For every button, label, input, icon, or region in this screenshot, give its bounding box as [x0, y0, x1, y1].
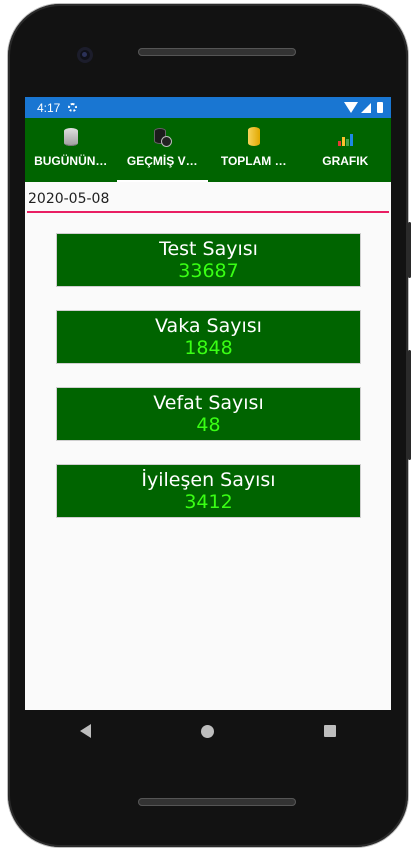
recent-apps-icon[interactable] — [324, 725, 336, 737]
battery-icon — [377, 102, 383, 113]
status-icons — [344, 102, 383, 113]
bar-chart-icon — [337, 132, 353, 146]
volume-button — [408, 350, 411, 460]
status-time: 4:17 — [37, 100, 61, 115]
stat-title: Vefat Sayısı — [153, 392, 264, 414]
tab-bar: BUGÜNÜN… GEÇMİŞ V… TOPLAM … GRAFIK — [25, 118, 391, 182]
stat-value: 1848 — [184, 337, 233, 359]
tab-label: BUGÜNÜN… — [34, 154, 108, 168]
tab-label: GRAFIK — [322, 154, 369, 168]
tab-bugunun[interactable]: BUGÜNÜN… — [25, 118, 117, 182]
stat-title: Test Sayısı — [159, 238, 258, 260]
home-icon[interactable] — [201, 724, 214, 738]
stat-card-vefat: Vefat Sayısı 48 — [56, 387, 361, 441]
stat-card-vaka: Vaka Sayısı 1848 — [56, 310, 361, 364]
status-bar: 4:17 — [25, 97, 391, 118]
settings-gear-icon — [68, 103, 78, 112]
wifi-icon — [344, 102, 358, 113]
top-speaker — [138, 48, 296, 56]
bottom-speaker — [138, 798, 296, 806]
date-input[interactable]: 2020-05-08 — [27, 188, 389, 213]
stat-title: İyileşen Sayısı — [141, 469, 276, 491]
tab-toplam[interactable]: TOPLAM … — [208, 118, 300, 182]
tab-label: GEÇMİŞ V… — [126, 154, 198, 168]
app-screen: 4:17 BUGÜNÜN… GEÇMİŞ V… TOPLAM … GRAFIK … — [25, 97, 391, 710]
front-camera — [77, 47, 93, 63]
stat-value: 48 — [196, 414, 221, 436]
tab-label: TOPLAM … — [220, 154, 287, 168]
stat-card-test: Test Sayısı 33687 — [56, 233, 361, 287]
stats-list: Test Sayısı 33687 Vaka Sayısı 1848 Vefat… — [56, 233, 361, 541]
stat-value: 33687 — [178, 260, 239, 282]
signal-icon — [361, 102, 371, 113]
stat-value: 3412 — [184, 491, 233, 513]
tab-gecmis[interactable]: GEÇMİŞ V… — [116, 118, 209, 182]
stat-title: Vaka Sayısı — [155, 315, 262, 337]
power-button — [408, 222, 411, 278]
system-nav-bar — [25, 710, 391, 752]
back-icon[interactable] — [80, 724, 91, 738]
database-silver-icon — [63, 128, 78, 146]
gold-cylinder-icon — [247, 127, 260, 146]
tab-grafik[interactable]: GRAFIK — [300, 118, 392, 182]
database-history-icon — [154, 128, 173, 147]
stat-card-iyilesen: İyileşen Sayısı 3412 — [56, 464, 361, 518]
